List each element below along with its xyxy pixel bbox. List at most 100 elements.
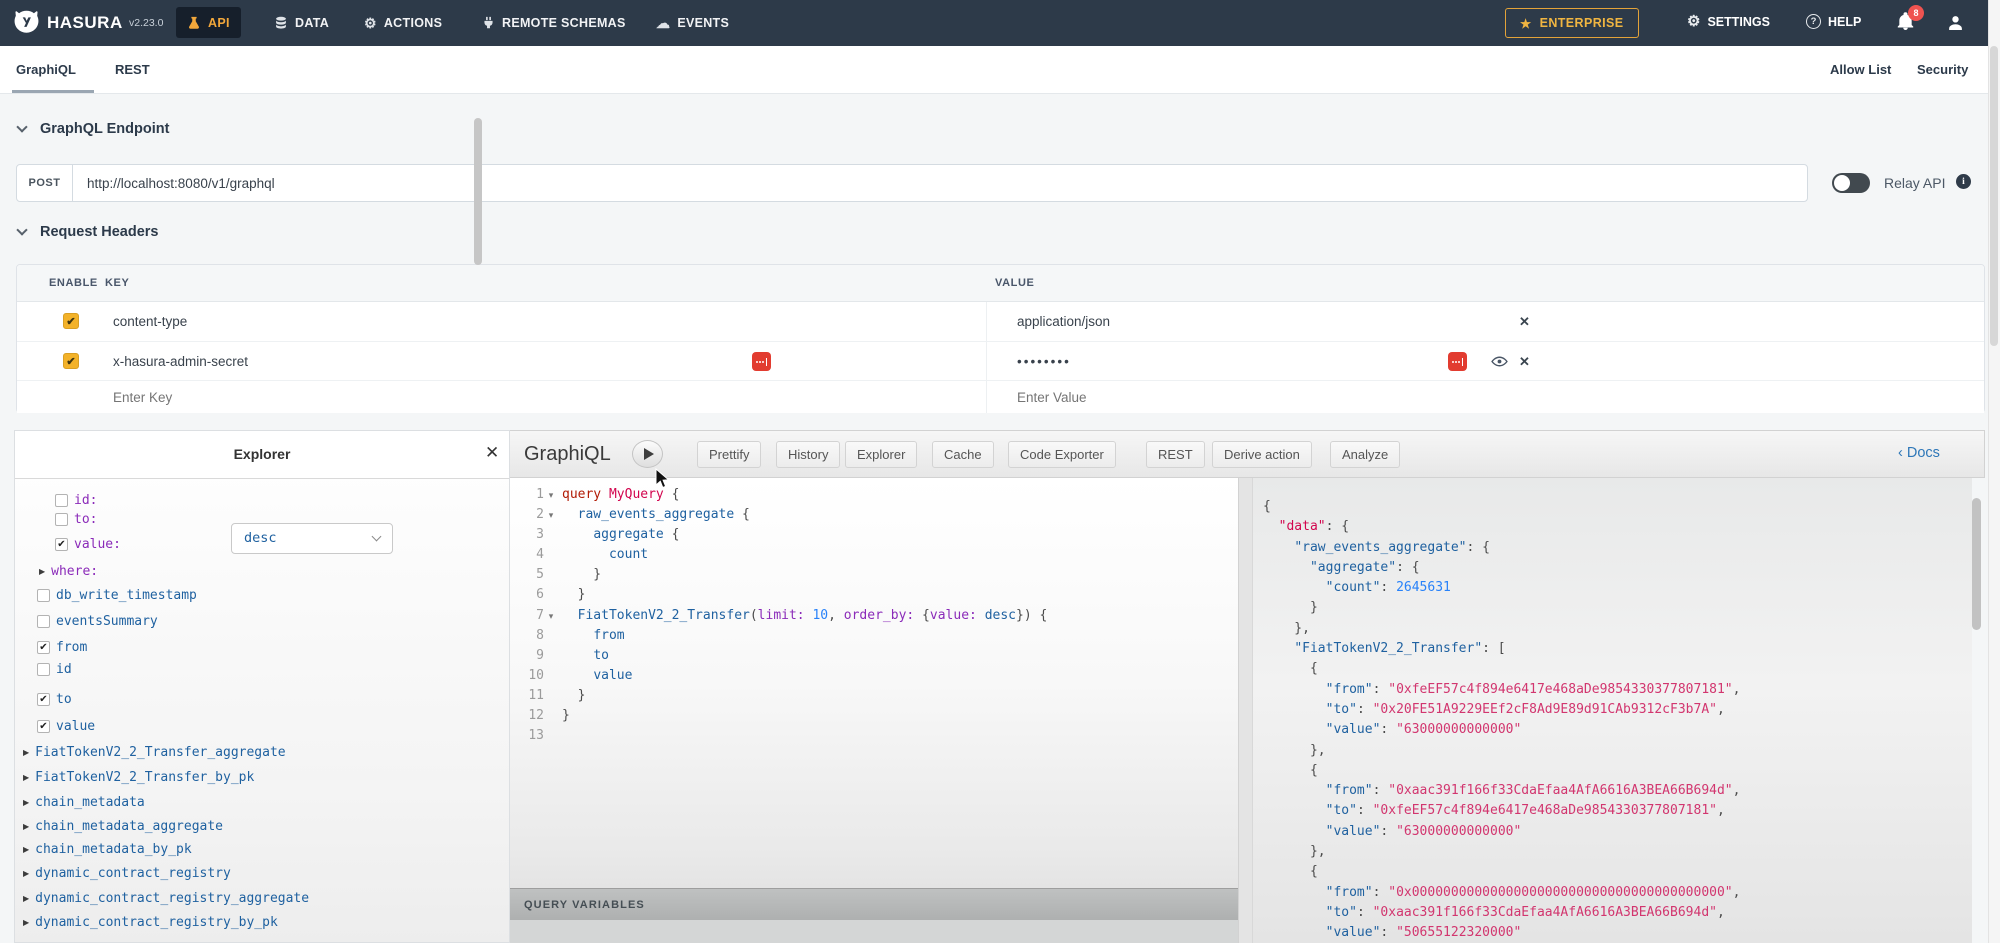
explorer-row-id[interactable]: id <box>15 659 495 679</box>
response-line: }, <box>1263 741 1972 761</box>
sort-direction-select[interactable]: desc <box>231 523 393 554</box>
expand-arrow-icon[interactable]: ▶ <box>23 845 29 854</box>
expand-arrow-icon[interactable]: ▶ <box>39 567 45 576</box>
rest-button[interactable]: REST <box>1146 441 1205 468</box>
unchecked-checkbox[interactable] <box>37 663 50 676</box>
expand-arrow-icon[interactable]: ▶ <box>23 773 29 782</box>
nav-item-data[interactable]: DATA <box>263 7 340 38</box>
editor-line: 4 count <box>510 545 1238 565</box>
expand-arrow-icon[interactable]: ▶ <box>23 869 29 878</box>
explorer-row-chain_metadata[interactable]: ▶chain_metadata <box>15 792 495 812</box>
execute-query-button[interactable] <box>632 440 663 468</box>
header-key-input[interactable] <box>113 342 773 380</box>
endpoint-url-input[interactable] <box>72 164 1808 202</box>
explorer-scrollbar[interactable] <box>474 118 482 265</box>
help-button[interactable]: ? HELP <box>1806 14 1861 29</box>
header-key-input[interactable] <box>113 302 773 341</box>
enable-checkbox[interactable]: ✔ <box>63 353 79 369</box>
explorer-row-value[interactable]: ✔value:desc <box>15 534 495 554</box>
expand-arrow-icon[interactable]: ▶ <box>23 798 29 807</box>
notifications-button[interactable]: 8 <box>1896 12 1922 38</box>
explorer-label: value: <box>74 537 121 552</box>
response-line: "from": "0xaac391f166f33CdaEfaa4AfA6616A… <box>1263 781 1972 801</box>
relay-api-toggle[interactable] <box>1832 173 1870 193</box>
remove-header-icon[interactable]: ✕ <box>1519 315 1530 328</box>
endpoint-section-toggle[interactable]: GraphQL Endpoint <box>18 121 169 137</box>
info-icon[interactable]: i <box>1956 174 1971 189</box>
expand-arrow-icon[interactable]: ▶ <box>23 748 29 757</box>
checked-checkbox[interactable]: ✔ <box>37 693 50 706</box>
response-line: "to": "0xfeEF57c4f894e6417e468aDe9854330… <box>1263 801 1972 821</box>
code-exporter-button[interactable]: Code Exporter <box>1008 441 1116 468</box>
explorer-row-db_write_timestamp[interactable]: db_write_timestamp <box>15 585 495 605</box>
explorer-row-dynamic_contract_registry_aggregate[interactable]: ▶ dynamic_contract_registry_aggregate <box>15 888 495 908</box>
docs-link[interactable]: ‹ Docs <box>1898 445 1940 461</box>
password-manager-icon[interactable] <box>752 352 771 371</box>
tab-graphiql[interactable]: GraphiQL <box>16 46 76 93</box>
explorer-row-chain_metadata_by_pk[interactable]: ▶chain_metadata_by_pk <box>15 839 495 859</box>
settings-button[interactable]: ⚙ SETTINGS <box>1687 14 1770 29</box>
reveal-value-icon[interactable] <box>1491 356 1508 367</box>
tab-rest[interactable]: REST <box>115 46 150 93</box>
allow-list-link[interactable]: Allow List <box>1830 46 1891 93</box>
enterprise-button[interactable]: ★ ENTERPRISE <box>1505 8 1639 38</box>
nav-item-events[interactable]: ☁EVENTS <box>645 7 740 38</box>
response-line: { <box>1263 761 1972 781</box>
explorer-row-id[interactable]: id: <box>15 490 495 510</box>
unchecked-checkbox[interactable] <box>55 513 68 526</box>
explorer-label: FiatTokenV2_2_Transfer_aggregate <box>35 745 285 760</box>
new-header-key-input[interactable] <box>113 381 773 413</box>
fold-arrow-icon[interactable]: ▾ <box>544 485 558 505</box>
expand-arrow-icon[interactable]: ▶ <box>23 918 29 927</box>
pane-divider[interactable] <box>1238 478 1253 943</box>
nav-item-api[interactable]: API <box>176 7 241 38</box>
checked-checkbox[interactable]: ✔ <box>37 720 50 733</box>
nav-item-actions[interactable]: ⚙ACTIONS <box>353 7 453 38</box>
checked-checkbox[interactable]: ✔ <box>37 641 50 654</box>
unchecked-checkbox[interactable] <box>55 494 68 507</box>
unchecked-checkbox[interactable] <box>37 615 50 628</box>
query-variables-editor[interactable] <box>510 920 1238 943</box>
nav-item-remote-schemas[interactable]: REMOTE SCHEMAS <box>471 7 637 38</box>
analyze-button[interactable]: Analyze <box>1330 441 1400 468</box>
expand-arrow-icon[interactable]: ▶ <box>23 822 29 831</box>
explorer-row-where[interactable]: ▶where: <box>15 561 495 581</box>
explorer-label: to <box>56 692 72 707</box>
password-manager-icon[interactable] <box>1448 352 1467 371</box>
explorer-row-FiatTokenV2_2_Transfer_by_pk[interactable]: ▶FiatTokenV2_2_Transfer_by_pk <box>15 767 495 787</box>
explorer-row-FiatTokenV2_2_Transfer_aggregate[interactable]: ▶ FiatTokenV2_2_Transfer_aggregate <box>15 742 495 762</box>
enable-checkbox[interactable]: ✔ <box>63 313 79 329</box>
headers-section-toggle[interactable]: Request Headers <box>18 224 158 240</box>
derive-action-button[interactable]: Derive action <box>1212 441 1312 468</box>
hasura-logo-icon[interactable] <box>13 9 40 36</box>
explorer-row-dynamic_contract_registry[interactable]: ▶dynamic_contract_registry <box>15 863 495 883</box>
new-header-value-input[interactable] <box>1017 381 1447 413</box>
close-icon[interactable]: ✕ <box>485 444 499 461</box>
explorer-row-eventsSummary[interactable]: eventsSummary <box>15 611 495 631</box>
explorer-row-dynamic_contract_registry_by_pk[interactable]: ▶dynamic_contract_registry_by_pk <box>15 912 495 932</box>
editor-line: 3 aggregate { <box>510 525 1238 545</box>
response-line: "from": "0xfeEF57c4f894e6417e468aDe98543… <box>1263 680 1972 700</box>
explorer-row-value[interactable]: ✔value <box>15 716 495 736</box>
remove-header-icon[interactable]: ✕ <box>1519 355 1530 368</box>
checked-checkbox[interactable]: ✔ <box>55 538 68 551</box>
history-button[interactable]: History <box>776 441 840 468</box>
explorer-row-chain_metadata_aggregate[interactable]: ▶chain_metadata_aggregate <box>15 816 495 836</box>
user-menu-button[interactable] <box>1947 14 1964 36</box>
query-variables-bar[interactable]: QUERY VARIABLES <box>510 888 1238 920</box>
unchecked-checkbox[interactable] <box>37 589 50 602</box>
fold-arrow-icon[interactable]: ▾ <box>544 505 558 525</box>
header-value-input[interactable] <box>1017 342 1447 380</box>
response-scrollbar[interactable] <box>1972 498 1981 630</box>
explorer-label: dynamic_contract_registry_aggregate <box>35 891 309 906</box>
header-value-input[interactable] <box>1017 302 1447 341</box>
prettify-button[interactable]: Prettify <box>697 441 761 468</box>
expand-arrow-icon[interactable]: ▶ <box>23 894 29 903</box>
cache-button[interactable]: Cache <box>932 441 994 468</box>
explorer-row-from[interactable]: ✔from <box>15 637 495 657</box>
explorer-row-to[interactable]: ✔ to <box>15 689 495 709</box>
explorer-button[interactable]: Explorer <box>845 441 917 468</box>
fold-arrow-icon[interactable]: ▾ <box>544 606 558 626</box>
security-link[interactable]: Security <box>1917 46 1968 93</box>
page-scrollbar-thumb[interactable] <box>1990 46 1998 346</box>
